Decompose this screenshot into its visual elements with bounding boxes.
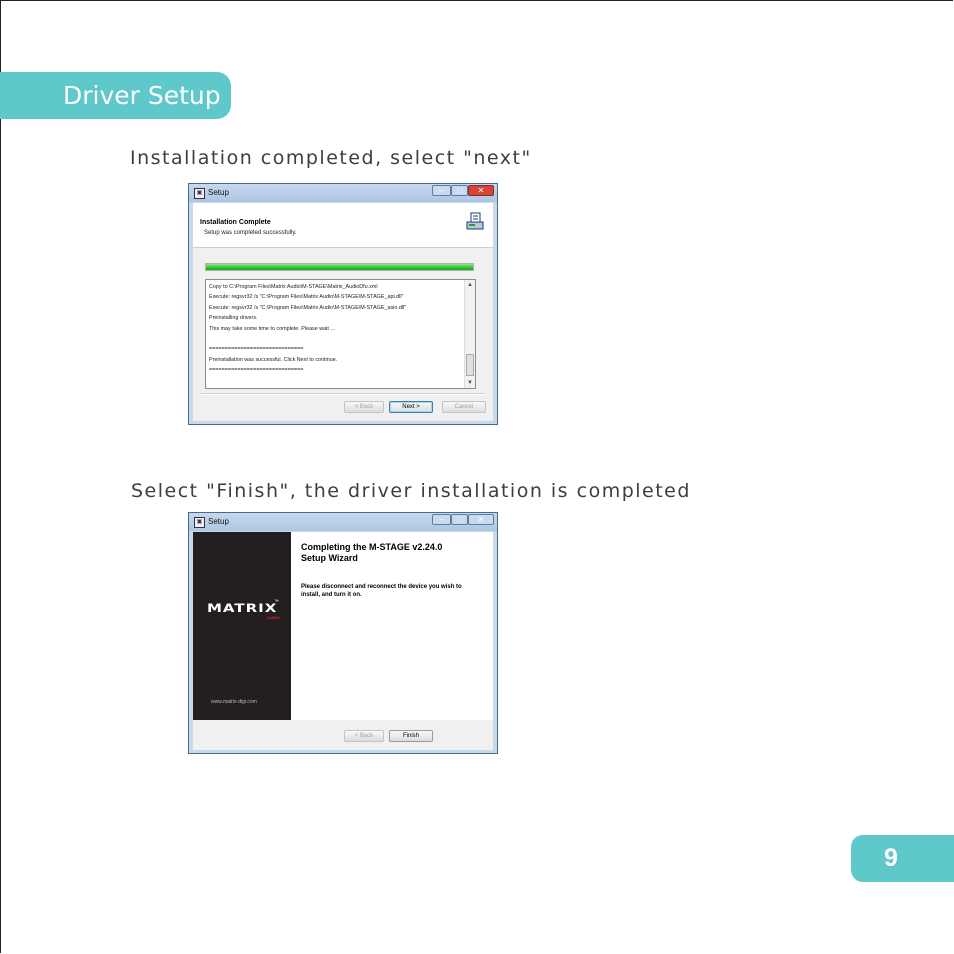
setup-app-icon: ▣	[194, 517, 205, 528]
maximize-icon[interactable]: □	[451, 514, 468, 525]
log-line: Execute: regsvr32 /s "C:\Program Files\M…	[209, 304, 407, 311]
website-url: www.matrix-digi.com	[211, 699, 257, 705]
minimize-icon[interactable]: –	[432, 185, 451, 196]
install-progress-bar	[205, 263, 474, 271]
log-line: Preinstallation was successful. Click Ne…	[209, 356, 338, 363]
install-log[interactable]: Copy to C:\Program Files\Matrix Audio\M-…	[205, 279, 476, 389]
log-line: ==============================	[209, 346, 304, 353]
window-titlebar: ▣ Setup – □ ✕	[189, 184, 497, 202]
setup-window-install-complete: ▣ Setup – □ ✕ Installation Complete Setu…	[188, 183, 498, 425]
step1-instruction: Installation completed, select "next"	[130, 147, 532, 169]
close-icon[interactable]: ✕	[468, 514, 494, 525]
installer-icon	[466, 212, 484, 230]
wizard-header: Installation Complete Setup was complete…	[193, 203, 493, 248]
matrix-logo: MATRIX	[207, 601, 278, 616]
window-client: Installation Complete Setup was complete…	[193, 203, 493, 421]
window-title: Setup	[208, 188, 229, 197]
maximize-icon[interactable]: □	[451, 185, 468, 196]
header-title: Installation Complete	[200, 219, 271, 226]
logo-subtitle: AUDIO	[267, 615, 280, 620]
log-line: Preinstalling drivers.	[209, 315, 258, 322]
wizard-body-text: Please disconnect and reconnect the devi…	[301, 584, 462, 598]
log-scrollbar[interactable]: ▲ ▼	[464, 280, 475, 388]
scroll-up-arrow-icon[interactable]: ▲	[465, 280, 475, 290]
cancel-button[interactable]: Cancel	[442, 401, 486, 413]
section-title: Driver Setup	[63, 81, 221, 110]
section-title-tab: Driver Setup	[0, 72, 231, 119]
page-number: 9	[884, 844, 898, 872]
minimize-icon[interactable]: –	[432, 514, 451, 525]
footer-separator	[201, 393, 485, 395]
back-button[interactable]: < Back	[344, 730, 384, 742]
next-button[interactable]: Next >	[389, 401, 433, 413]
wizard-heading-line1: Completing the M-STAGE v2.24.0	[301, 542, 443, 552]
log-line: Execute: regsvr32 /s "C:\Program Files\M…	[209, 294, 404, 301]
scroll-thumb[interactable]	[466, 354, 474, 376]
page-number-tab: 9	[851, 835, 954, 882]
wizard-side-banner: MATRIX ™ AUDIO www.matrix-digi.com	[193, 532, 291, 720]
window-titlebar: ▣ Setup – □ ✕	[189, 513, 497, 531]
page-border	[0, 0, 953, 953]
setup-app-icon: ▣	[194, 188, 205, 199]
setup-window-finish: ▣ Setup – □ ✕ MATRIX ™ AUDIO www.matrix-…	[188, 512, 498, 754]
step2-instruction: Select "Finish", the driver installation…	[131, 480, 691, 502]
header-subtitle: Setup was completed successfully.	[204, 230, 297, 236]
log-lines: Copy to C:\Program Files\Matrix Audio\M-…	[209, 282, 461, 376]
wizard-heading-line2: Setup Wizard	[301, 553, 358, 563]
window-client: MATRIX ™ AUDIO www.matrix-digi.com Compl…	[193, 532, 493, 750]
wizard-content: Completing the M-STAGE v2.24.0 Setup Wiz…	[291, 532, 493, 720]
progress-fill	[206, 264, 473, 270]
window-title: Setup	[208, 517, 229, 526]
log-line: Copy to C:\Program Files\Matrix Audio\M-…	[209, 284, 378, 290]
back-button[interactable]: < Back	[344, 401, 384, 413]
finish-button[interactable]: Finish	[389, 730, 433, 742]
close-icon[interactable]: ✕	[468, 185, 494, 196]
logo-trademark: ™	[274, 599, 279, 605]
wizard-heading: Completing the M-STAGE v2.24.0 Setup Wiz…	[301, 542, 442, 564]
log-line: ==============================	[209, 367, 304, 374]
scroll-down-arrow-icon[interactable]: ▼	[465, 378, 475, 388]
log-line: This may take some time to complete. Ple…	[209, 325, 335, 332]
